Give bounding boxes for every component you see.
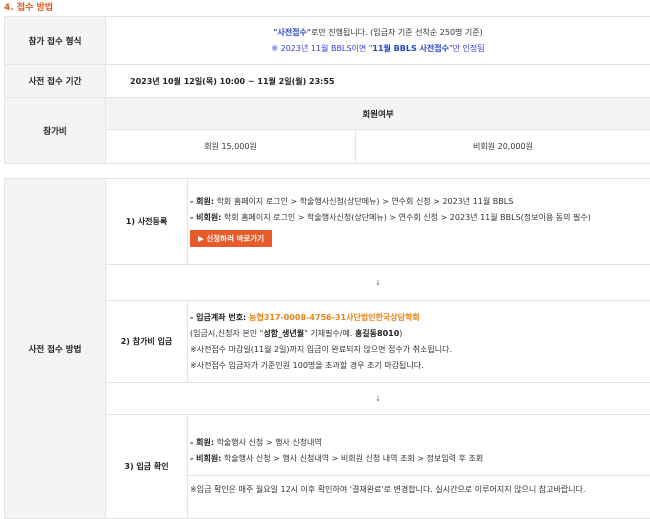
form-label: 참가 접수 형식 — [5, 17, 106, 65]
form-line-1: "사전접수"로만 진행됩니다. (입금자 기준 선착순 250명 기준) — [106, 25, 650, 41]
method-table: 사전 접수 방법 1) 사전등록 - 회원: 학회 홈페이지 로그인 > 학술행… — [4, 178, 650, 519]
step1-nonmember-val: 학회 홈페이지 로그인 > 학술행사신청(상단메뉴) > 연수회 신청 > 20… — [221, 213, 590, 222]
form-line2-prefix: ※ 2023년 11월 BBLS이면 " — [271, 44, 372, 53]
step2-content: - 입금계좌 번호: 농협317-0008-4756-31사단법인한국상담학회 … — [188, 301, 650, 383]
form-line-2: ※ 2023년 11월 BBLS이면 "11월 BBLS 사전접수"만 인정됨 — [106, 41, 650, 57]
step1-member-val: 학회 홈페이지 로그인 > 학술행사신청(상단메뉴) > 연수회 신청 > 20… — [214, 197, 513, 206]
form-line1-strong: "사전접수" — [273, 28, 311, 37]
step2-note1-strong2: 홍길동8010 — [355, 329, 399, 338]
step2-note2: ※사전접수 마감일(11월 2일)까지 입금이 완료되지 않으면 접수가 취소됩… — [190, 342, 642, 358]
step2-note1-mid: " 기재필수/예. — [304, 329, 355, 338]
step1-nonmember-key: - 비회원: — [190, 213, 221, 222]
fee-nonmember: 비회원 20,000원 — [356, 130, 650, 164]
step3-note-wrap: ※입금 확인은 매주 월요일 12시 이후 확인하여 '결재완료'로 변경합니다… — [188, 475, 650, 500]
step1-nonmember: - 비회원: 학회 홈페이지 로그인 > 학술행사신청(상단메뉴) > 연수회 … — [190, 210, 642, 226]
step1-member: - 회원: 학회 홈페이지 로그인 > 학술행사신청(상단메뉴) > 연수회 신… — [190, 194, 642, 210]
form-line2-strong: 11월 BBLS 사전접수 — [372, 44, 449, 53]
fee-label: 참가비 — [5, 98, 106, 164]
step2-note1-pre: (입금시,신청자 본인 " — [190, 329, 263, 338]
step3-member-val: 학술행사 신청 > 행사 신청내역 — [214, 438, 322, 447]
step3-member-key: - 회원: — [190, 438, 214, 447]
step1-label: 1) 사전등록 — [106, 179, 188, 265]
step2-account-val: 농협317-0008-4756-31사단법인한국상담학회 — [246, 313, 419, 322]
method-label: 사전 접수 방법 — [5, 179, 106, 519]
info-table: 참가 접수 형식 "사전접수"로만 진행됩니다. (입금자 기준 선착순 250… — [4, 16, 650, 164]
step2-label: 2) 참가비 입금 — [106, 301, 188, 383]
step3-routes: - 회원: 학술행사 신청 > 행사 신청내역 - 비회원: 학술행사 신청 >… — [190, 433, 642, 475]
step2-note1-end: ) — [399, 329, 402, 338]
step2-note3: ※사전접수 입금자가 기준인원 100명을 초과할 경우 조기 마감됩니다. — [190, 358, 642, 374]
apply-now-button[interactable]: ▶ 신청하러 바로가기 — [190, 230, 272, 247]
form-value: "사전접수"로만 진행됩니다. (입금자 기준 선착순 250명 기준) ※ 2… — [106, 17, 650, 65]
step3-note: ※입금 확인은 매주 월요일 12시 이후 확인하여 '결재완료'로 변경합니다… — [190, 482, 642, 498]
step1-content: - 회원: 학회 홈페이지 로그인 > 학술행사신청(상단메뉴) > 연수회 신… — [188, 179, 650, 265]
step2-account-key: - 입금계좌 번호: — [190, 313, 246, 322]
period-label: 사전 접수 기간 — [5, 65, 106, 98]
step3-nonmember: - 비회원: 학술행사 신청 > 행사 신청내역 > 비회원 신청 내역 조회 … — [190, 451, 642, 467]
fee-member: 회원 15,000원 — [106, 130, 356, 164]
arrow-down-icon: ↓ — [106, 383, 650, 415]
period-value: 2023년 10월 12일(목) 10:00 ~ 11월 2일(월) 23:55 — [106, 65, 650, 98]
fee-header: 회원여부 — [106, 98, 650, 130]
step1-member-key: - 회원: — [190, 197, 214, 206]
arrow-down-icon: ↓ — [106, 265, 650, 301]
step3-nonmember-val: 학술행사 신청 > 행사 신청내역 > 비회원 신청 내역 조회 > 정보입력 … — [221, 454, 483, 463]
step2-account: - 입금계좌 번호: 농협317-0008-4756-31사단법인한국상담학회 — [190, 310, 642, 326]
step3-member: - 회원: 학술행사 신청 > 행사 신청내역 — [190, 435, 642, 451]
step3-content: - 회원: 학술행사 신청 > 행사 신청내역 - 비회원: 학술행사 신청 >… — [188, 415, 650, 519]
section-title: 4. 접수 방법 — [4, 0, 53, 14]
form-line1-rest: 로만 진행됩니다. (입금자 기준 선착순 250명 기준) — [311, 28, 483, 37]
step3-label: 3) 입금 확인 — [106, 415, 188, 519]
step2-note1: (입금시,신청자 본인 "성함_생년월" 기재필수/예. 홍길동8010) — [190, 326, 642, 342]
step2-note1-strong1: 성함_생년월 — [263, 329, 304, 338]
form-line2-suffix: "만 인정됨 — [449, 44, 485, 53]
step3-nonmember-key: - 비회원: — [190, 454, 221, 463]
